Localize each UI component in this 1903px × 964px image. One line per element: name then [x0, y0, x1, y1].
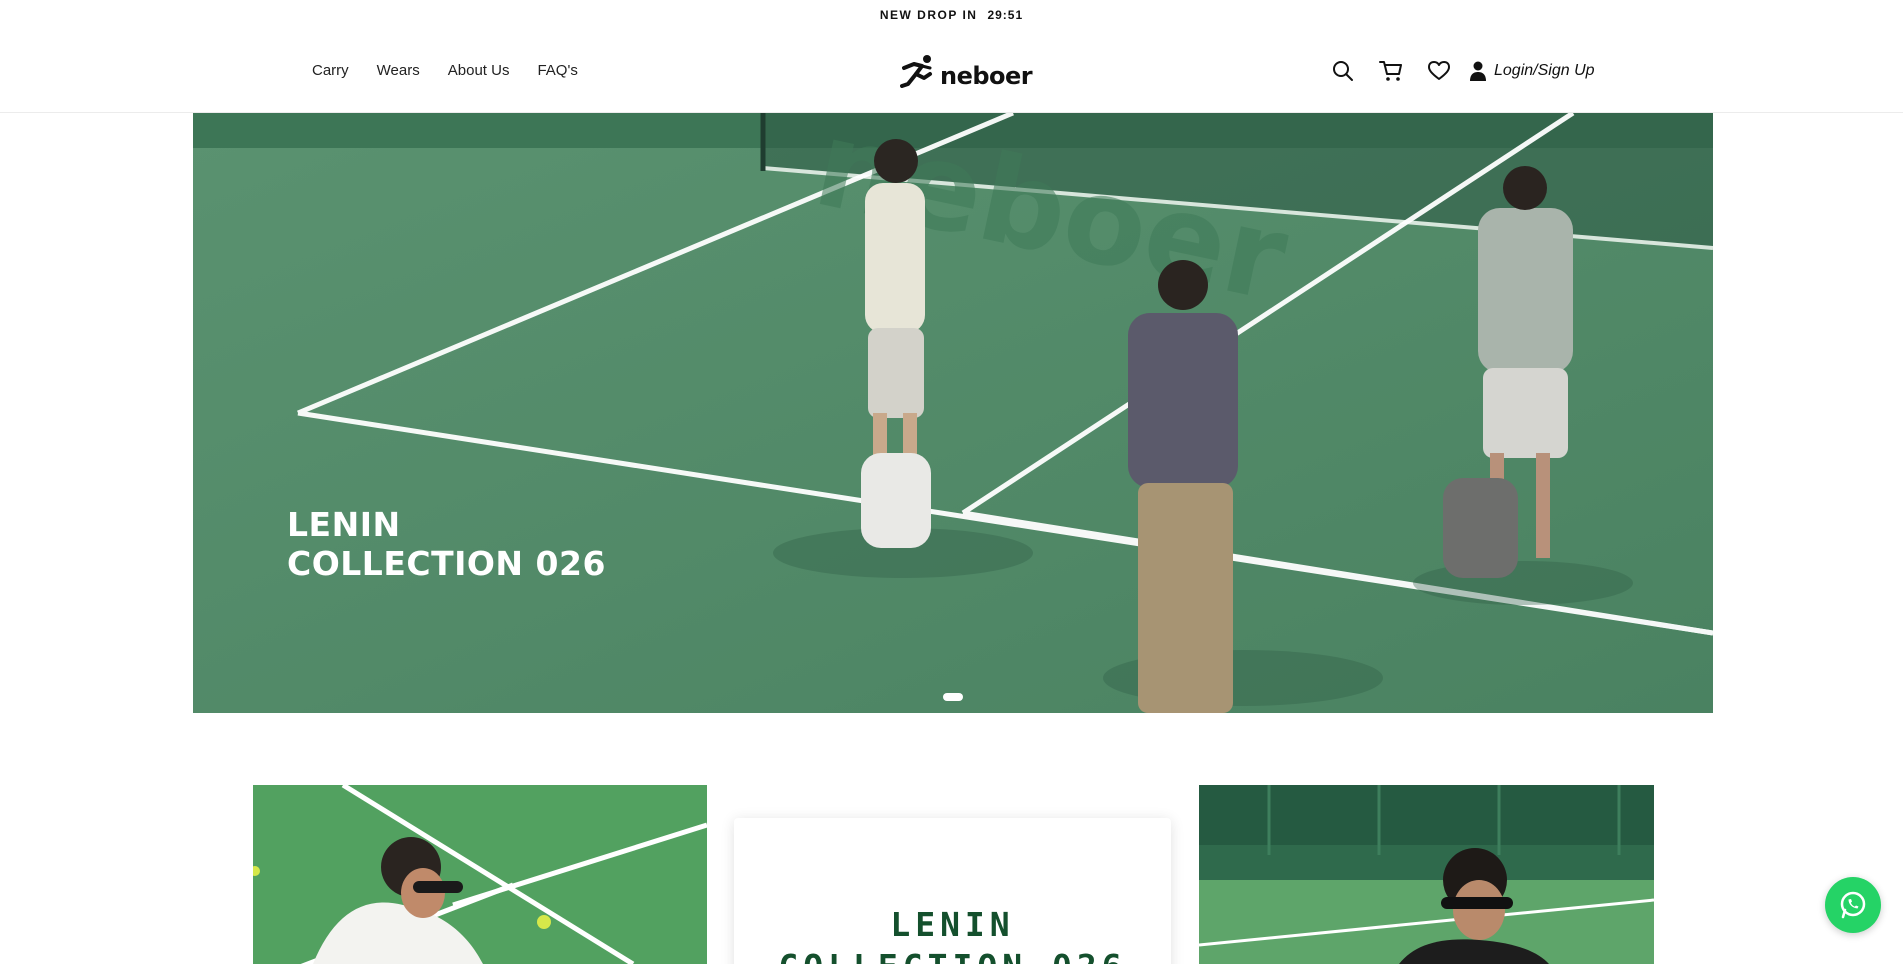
heart-icon[interactable] [1426, 58, 1452, 84]
nav-item-faqs[interactable]: FAQ's [537, 62, 577, 79]
main-nav: Carry Wears About Us FAQ's [312, 62, 578, 79]
collection-card-title-line-1: LENIN [890, 905, 1015, 944]
hero-image: neboer [193, 113, 1713, 713]
hero-title: LENIN COLLECTION 026 [287, 505, 606, 583]
collection-card-title-line-2: COLLECTION 026 [734, 946, 1171, 964]
cart-icon[interactable] [1378, 58, 1404, 84]
tennis-player-image-2 [1199, 785, 1654, 964]
nav-item-carry[interactable]: Carry [312, 62, 349, 79]
announcement-label: NEW DROP IN [879, 8, 978, 22]
whatsapp-icon[interactable] [1825, 877, 1881, 933]
nav-item-about-us[interactable]: About Us [448, 62, 510, 79]
hero-carousel[interactable]: neboer LENIN COLLECTION 026 [193, 113, 1713, 713]
hero-title-line-2: COLLECTION 026 [287, 544, 606, 583]
collection-image-left[interactable] [253, 785, 707, 964]
brand-name: neboer [940, 62, 1033, 90]
tennis-player-image [253, 785, 707, 964]
header-actions: Login/Sign Up [1330, 58, 1595, 84]
collection-image-right[interactable] [1199, 785, 1654, 964]
login-signup-link[interactable]: Login/Sign Up [1470, 61, 1595, 81]
nav-item-wears[interactable]: Wears [377, 62, 420, 79]
search-icon[interactable] [1330, 58, 1356, 84]
login-label: Login/Sign Up [1494, 62, 1595, 79]
user-icon [1470, 61, 1486, 81]
collection-card-title: LENIN COLLECTION 026 [734, 904, 1171, 964]
site-header: Carry Wears About Us FAQ's neboer Login/… [0, 30, 1903, 113]
collection-card[interactable]: LENIN COLLECTION 026 [734, 818, 1171, 964]
countdown-timer: 29:51 [987, 8, 1024, 22]
runner-logo-icon [900, 55, 932, 88]
hero-title-line-1: LENIN [287, 505, 401, 544]
carousel-dot-active[interactable] [943, 693, 963, 701]
announcement-bar: NEW DROP IN 29:51 [0, 0, 1903, 30]
brand-logo[interactable]: neboer [900, 52, 1033, 90]
